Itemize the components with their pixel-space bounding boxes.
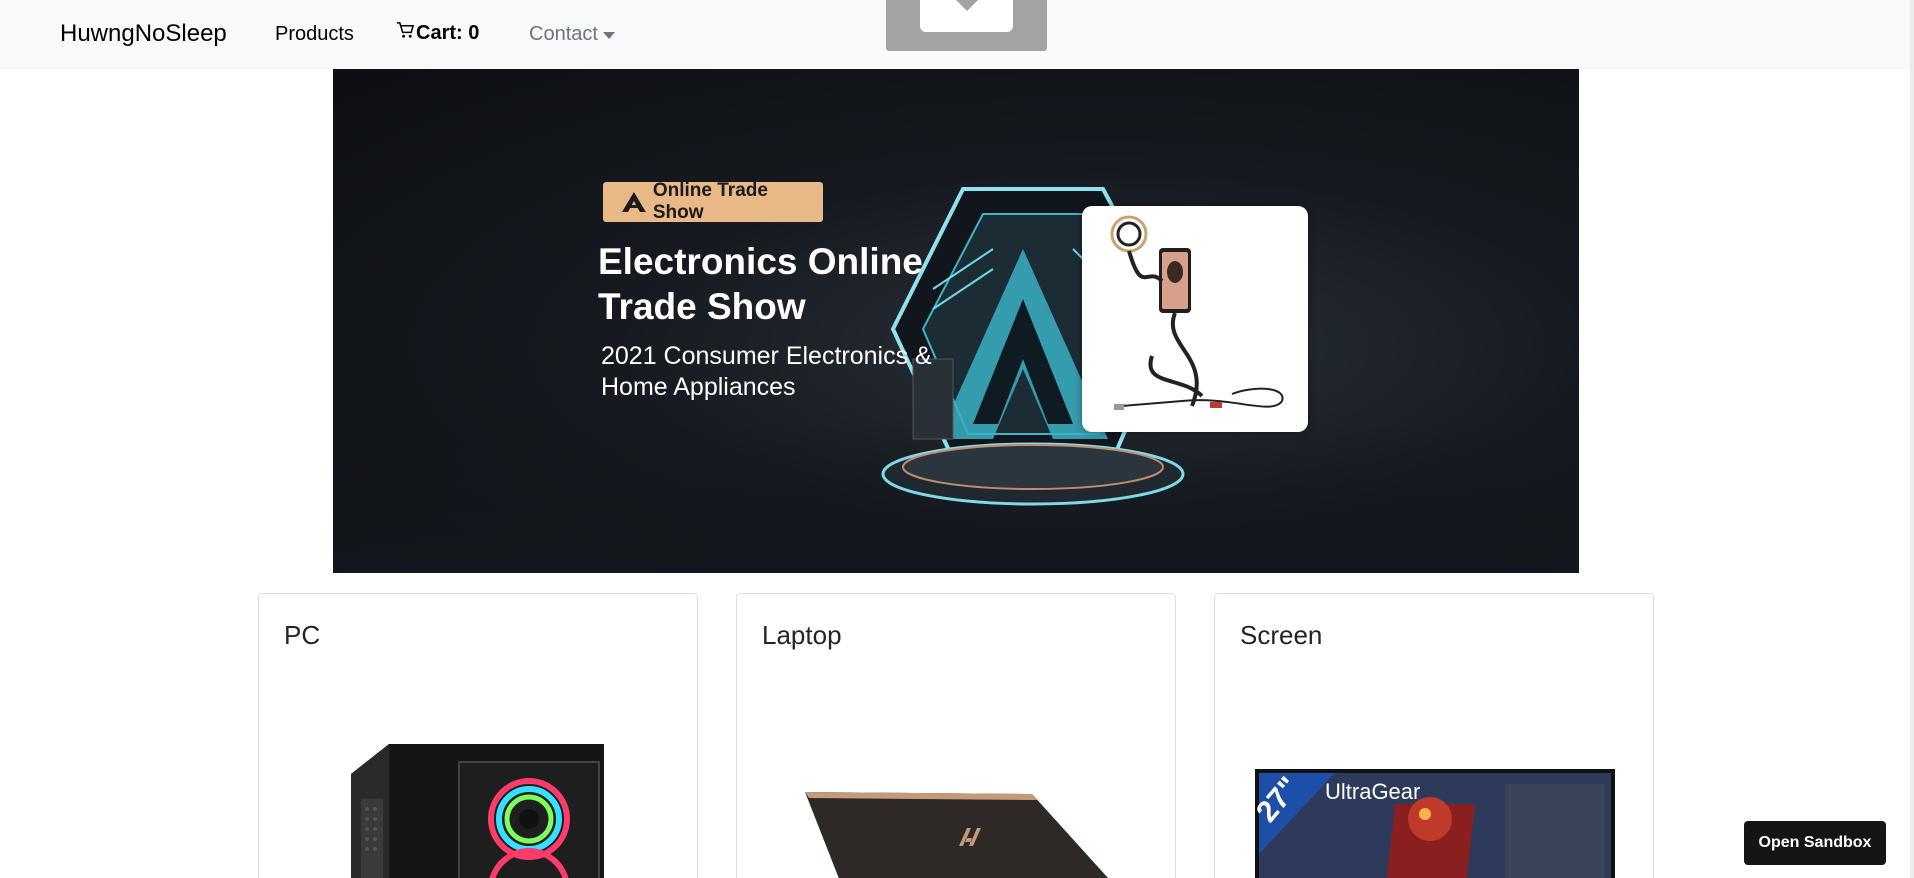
nav-products-link[interactable]: Products	[275, 23, 354, 46]
banner-subtitle: 2021 Consumer Electronics & Home Applian…	[601, 342, 932, 401]
cart-label: Cart: 0	[416, 22, 480, 44]
open-sandbox-button[interactable]: Open Sandbox	[1744, 821, 1886, 865]
nav-cart-link[interactable]: Cart: 0	[396, 22, 479, 45]
nav-contact-dropdown[interactable]: Contact	[529, 23, 615, 46]
display-stage-graphic	[881, 442, 1185, 506]
laptop-image	[737, 724, 1175, 878]
contact-label: Contact	[529, 23, 598, 45]
featured-product-image	[1082, 206, 1308, 432]
pc-image	[259, 724, 697, 878]
product-card-laptop[interactable]: Laptop	[736, 593, 1176, 878]
card-title: PC	[284, 620, 321, 650]
hero-banner: Online Trade Show Electronics Online Tra…	[333, 69, 1579, 573]
vertical-scrollbar[interactable]	[1910, 0, 1914, 878]
product-card-pc[interactable]: PC	[258, 593, 698, 878]
badge-label: Online Trade Show	[652, 180, 768, 223]
product-card-screen[interactable]: Screen 27" UltraGear	[1214, 593, 1654, 878]
brand-link[interactable]: HuwngNoSleep	[60, 20, 227, 48]
online-trade-show-badge: Online Trade Show	[603, 180, 823, 223]
monitor-image: 27" UltraGear	[1215, 724, 1653, 878]
caret-down-icon	[602, 32, 615, 39]
card-title: Screen	[1240, 620, 1323, 650]
cart-icon	[396, 22, 415, 38]
image-placeholder-icon	[886, 0, 1047, 51]
monitor-brand-text: UltraGear	[1325, 779, 1420, 804]
brand-logo-icon	[621, 192, 646, 212]
card-title: Laptop	[762, 620, 842, 650]
navbar: HuwngNoSleep Products Cart: 0 Contact	[0, 0, 1914, 69]
banner-title: Electronics Online Trade Show	[598, 241, 923, 327]
